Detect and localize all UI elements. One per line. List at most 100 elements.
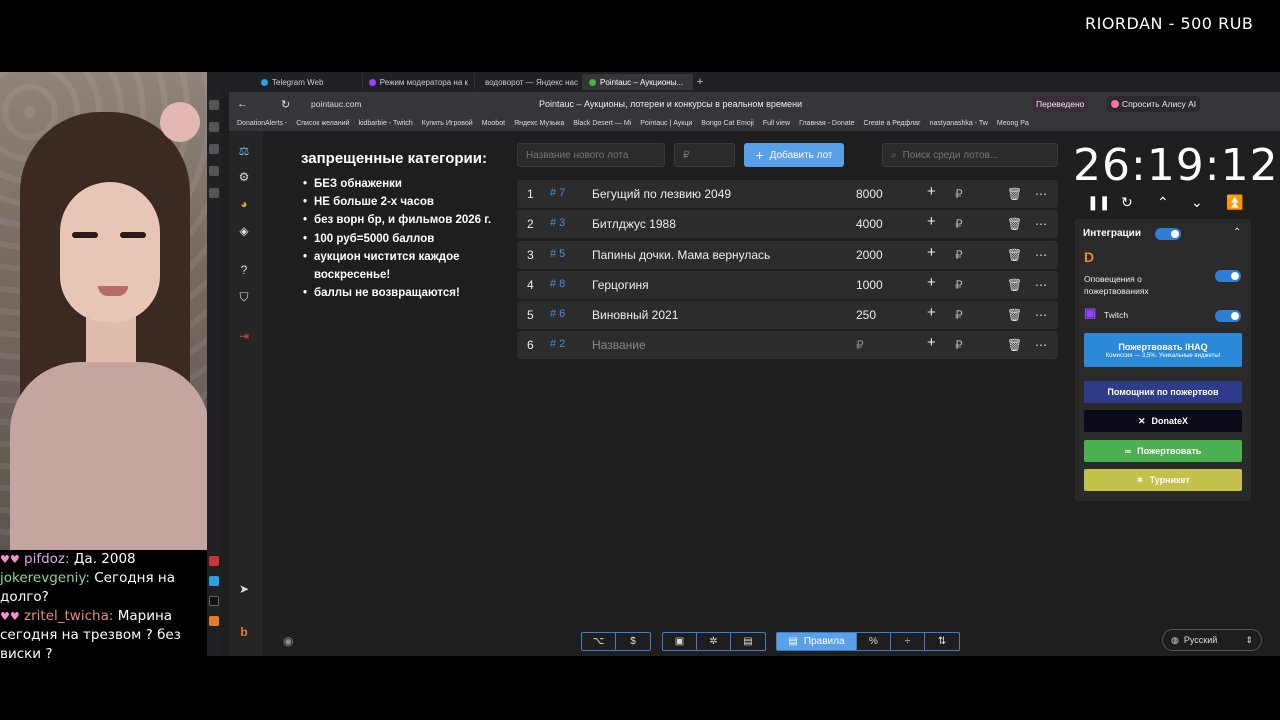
alice-button[interactable]: Спросить Алису AI <box>1107 96 1201 112</box>
chevron-down-icon[interactable]: ⌄ <box>1191 194 1203 211</box>
donate-button[interactable]: ∞ Пожертвовать <box>1084 440 1242 462</box>
boosty-icon[interactable]: b <box>237 625 251 639</box>
lot-name[interactable]: Название <box>592 338 646 352</box>
reload-icon[interactable]: ↻ <box>281 98 290 111</box>
trash-icon[interactable]: 🗑 <box>1007 217 1022 231</box>
telegram-icon[interactable] <box>209 576 219 586</box>
telegram-icon[interactable]: ➤ <box>237 582 251 596</box>
history-icon[interactable] <box>209 100 219 110</box>
bookmark[interactable]: Купить Игровой <box>422 120 473 127</box>
lot-name[interactable]: Виновный 2021 <box>592 308 678 322</box>
add-amount-button[interactable]: + <box>927 334 936 351</box>
trash-icon[interactable]: 🗑 <box>1007 248 1022 262</box>
lot-amount[interactable]: 250 <box>856 308 876 322</box>
bookmark[interactable]: Главная - Donate <box>799 120 854 127</box>
export-icon[interactable]: ▤ <box>731 633 765 650</box>
tab-twitch-mod[interactable]: Режим модератора на к <box>363 74 475 90</box>
trash-icon[interactable]: 🗑 <box>1007 187 1022 201</box>
donate-ihaq-button[interactable]: Пожертвовать IHAQ Комиссия — 3,5%. Уника… <box>1084 333 1242 367</box>
bookmark[interactable]: Black Desert — Mi <box>573 120 631 127</box>
url-field[interactable]: pointauc.com <box>311 99 362 109</box>
app-icon[interactable] <box>209 616 219 626</box>
bug-icon[interactable]: ✲ <box>697 633 731 650</box>
pause-icon[interactable]: ❚❚ <box>1087 194 1110 211</box>
gear-icon[interactable]: ⚙ <box>237 170 251 184</box>
turniket-button[interactable]: ✶ Турникет <box>1084 469 1242 491</box>
donations-toggle[interactable] <box>1215 270 1241 282</box>
language-select[interactable]: ◍ Русский ⇕ <box>1162 629 1262 651</box>
tiktok-icon[interactable] <box>209 596 219 606</box>
more-icon[interactable]: ⋯ <box>1035 278 1047 292</box>
lot-amount-input[interactable]: ₽ <box>674 143 735 167</box>
tab-telegram[interactable]: Telegram Web <box>255 74 363 90</box>
collapse-icon[interactable]: ⌃ <box>1233 227 1241 238</box>
bookmark[interactable]: Meong Pa <box>997 120 1029 127</box>
bookmark[interactable]: Moobot <box>482 120 505 127</box>
chevron-up-icon[interactable]: ⌃ <box>1157 194 1169 211</box>
lot-name[interactable]: Герцогиня <box>592 278 649 292</box>
trash-icon[interactable]: 🗑 <box>1007 308 1022 322</box>
percent-icon[interactable]: % <box>857 633 891 650</box>
add-amount-button[interactable]: + <box>927 244 936 261</box>
trash-icon[interactable]: 🗑 <box>1007 278 1022 292</box>
lot-name[interactable]: Битлджус 1988 <box>592 217 676 231</box>
more-icon[interactable]: ⋯ <box>1035 248 1047 262</box>
tab-pointauc[interactable]: Pointauc – Аукционы... <box>583 74 693 90</box>
logout-icon[interactable]: ⇥ <box>237 329 251 343</box>
collections-icon[interactable] <box>209 122 219 132</box>
auction-icon[interactable]: ⚖ <box>237 144 251 158</box>
browser-menu[interactable] <box>207 74 255 90</box>
save-icon[interactable]: ▣ <box>663 633 697 650</box>
lot-amount[interactable]: 4000 <box>856 217 883 231</box>
divide-icon[interactable]: ÷ <box>891 633 925 650</box>
lot-search-input[interactable]: ⌕ Поиск среди лотов... <box>882 143 1058 167</box>
bookmark[interactable]: kidbarbie - Twitch <box>358 120 412 127</box>
lot-amount[interactable]: ₽ <box>856 338 864 352</box>
wheel-icon[interactable]: ◕ <box>237 197 251 211</box>
layers-icon[interactable]: ◈ <box>237 224 251 238</box>
double-up-icon[interactable]: ⏫ <box>1226 194 1243 211</box>
bookmark[interactable]: DonationAlerts - <box>237 120 287 127</box>
tab-yandex[interactable]: водоворот — Яндекс нас <box>475 74 583 90</box>
bookmark[interactable]: Full view <box>763 120 790 127</box>
player-icon[interactable] <box>209 144 219 154</box>
new-lot-input[interactable]: Название нового лота <box>517 143 665 167</box>
lot-amount[interactable]: 1000 <box>856 278 883 292</box>
bookmark[interactable]: Список желаний <box>296 120 349 127</box>
settings-icon[interactable] <box>209 188 219 198</box>
bookmark[interactable]: Яндекс Музыка <box>514 120 564 127</box>
bookmark[interactable]: nastyanashka - Tw <box>930 120 988 127</box>
rules-button[interactable]: ▤ Правила <box>777 633 857 650</box>
more-icon[interactable]: ⋯ <box>1035 338 1047 352</box>
sort-icon[interactable]: ⇅ <box>925 633 959 650</box>
add-amount-button[interactable]: + <box>927 183 936 200</box>
back-icon[interactable]: ← <box>237 98 248 110</box>
lot-amount[interactable]: 2000 <box>856 248 883 262</box>
more-icon[interactable]: ⋯ <box>1035 187 1047 201</box>
bookmark[interactable]: Create a Редфлаг <box>864 120 921 127</box>
helper-button[interactable]: Помощник по пожертвов <box>1084 381 1242 403</box>
youtube-icon[interactable] <box>209 556 219 566</box>
more-icon[interactable]: ⋯ <box>1035 217 1047 231</box>
new-tab-button[interactable]: + <box>693 76 707 88</box>
dollar-icon[interactable]: $ <box>616 633 650 650</box>
bookmark[interactable]: Pointauc | Аукци <box>640 120 692 127</box>
twitch-toggle[interactable] <box>1215 310 1241 322</box>
shield-icon[interactable]: ⛉ <box>237 290 251 304</box>
notes-icon[interactable] <box>209 166 219 176</box>
add-amount-button[interactable]: + <box>927 213 936 230</box>
lot-amount[interactable]: 8000 <box>856 187 883 201</box>
add-amount-button[interactable]: + <box>927 274 936 291</box>
eye-icon[interactable]: ◉ <box>283 634 293 648</box>
translated-indicator[interactable]: Переведено <box>1032 96 1089 112</box>
help-icon[interactable]: ? <box>237 263 251 277</box>
donatex-button[interactable]: ✕ DonateX <box>1084 410 1242 432</box>
lot-name[interactable]: Бегущий по лезвию 2049 <box>592 187 731 201</box>
reset-icon[interactable]: ↻ <box>1121 194 1133 211</box>
integrations-toggle[interactable] <box>1155 228 1181 240</box>
more-icon[interactable]: ⋯ <box>1035 308 1047 322</box>
bookmark[interactable]: Bongo Cat Emoji <box>701 120 754 127</box>
add-amount-button[interactable]: + <box>927 304 936 321</box>
trash-icon[interactable]: 🗑 <box>1007 338 1022 352</box>
github-icon[interactable]: ⌥ <box>582 633 616 650</box>
